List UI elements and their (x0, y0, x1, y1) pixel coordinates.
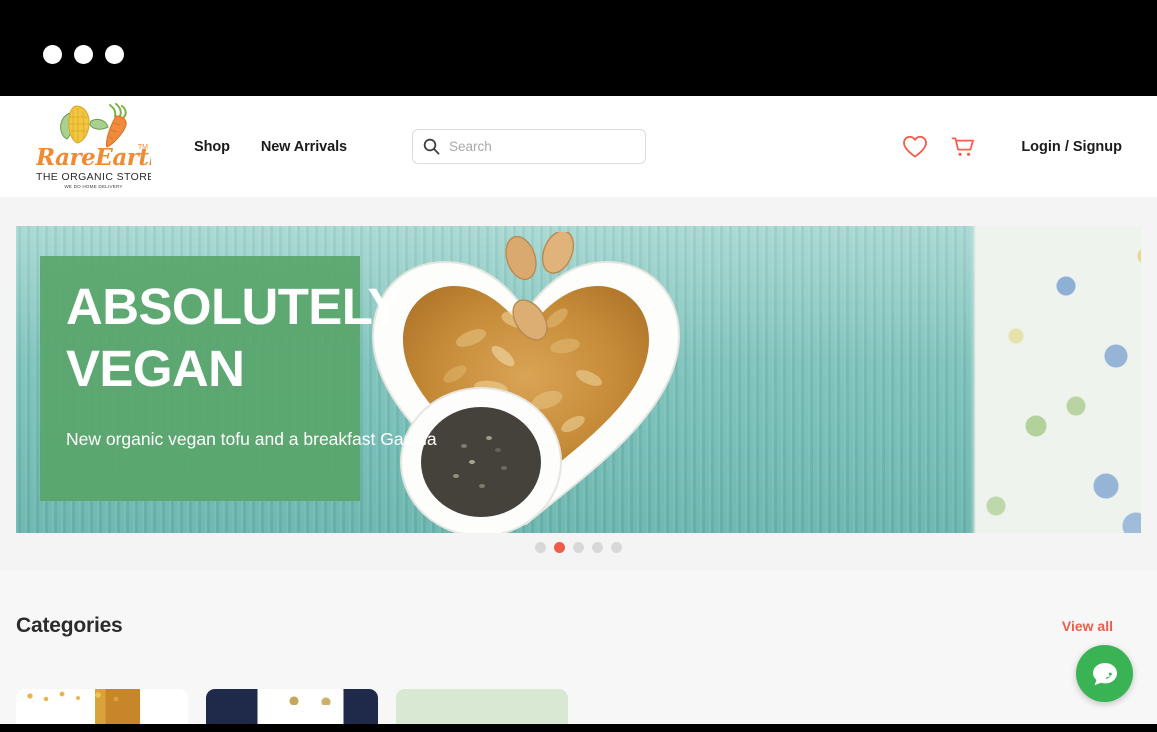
nav-item-shop[interactable]: Shop (194, 139, 230, 155)
login-signup-link[interactable]: Login / Signup (1021, 139, 1122, 155)
logo-trademark: TM (137, 144, 148, 151)
hero-copy: ABSOLUTELY VEGAN New organic vegan tofu … (66, 276, 466, 453)
categories-header: Categories View all (16, 571, 1141, 638)
site-header: RareEarth TM THE ORGANIC STORE WE DO HOM… (0, 96, 1157, 197)
main-navigation: Shop New Arrivals (194, 139, 347, 155)
almonds-image (505, 232, 575, 341)
window-bottom-edge (0, 724, 1157, 732)
hero-title: ABSOLUTELY VEGAN (66, 278, 402, 398)
category-card-1[interactable] (16, 689, 188, 724)
close-window-button[interactable] (43, 45, 62, 64)
categories-view-all-link[interactable]: View all (1062, 618, 1141, 634)
corn-carrot-icon (60, 103, 127, 148)
categories-section: Categories View all (0, 571, 1157, 724)
categories-title: Categories (16, 614, 123, 637)
header-actions: Login / Signup (902, 135, 1139, 159)
search-box[interactable] (411, 129, 646, 164)
shopping-cart-icon (951, 137, 975, 156)
window-titlebar (0, 0, 1157, 96)
logo-subtagline: WE DO HOME DELIVERY (64, 184, 123, 189)
search-icon (423, 138, 440, 155)
categories-grid (16, 689, 1141, 724)
carousel-indicators (0, 542, 1157, 553)
chat-bubble-icon (1092, 662, 1117, 685)
search-input[interactable] (448, 139, 635, 154)
window-controls (43, 45, 124, 64)
carousel-dot-2[interactable] (554, 542, 565, 553)
heart-icon (903, 135, 928, 157)
cart-button[interactable] (950, 135, 976, 159)
logo-tagline: THE ORGANIC STORE (36, 171, 151, 183)
carousel-dot-3[interactable] (573, 542, 584, 553)
maximize-window-button[interactable] (105, 45, 124, 64)
site-logo[interactable]: RareEarth TM THE ORGANIC STORE WE DO HOM… (36, 100, 151, 195)
carousel-dot-5[interactable] (611, 542, 622, 553)
category-card-3[interactable] (396, 689, 568, 724)
logo-wordmark: RareEarth (36, 144, 151, 171)
browser-window: RareEarth TM THE ORGANIC STORE WE DO HOM… (0, 0, 1157, 732)
category-card-2[interactable] (206, 689, 378, 724)
page-viewport: RareEarth TM THE ORGANIC STORE WE DO HOM… (0, 96, 1157, 724)
minimize-window-button[interactable] (74, 45, 93, 64)
chat-widget-button[interactable] (1076, 645, 1133, 702)
wishlist-button[interactable] (902, 135, 928, 159)
nav-item-new-arrivals[interactable]: New Arrivals (261, 139, 347, 155)
carousel-dot-4[interactable] (592, 542, 603, 553)
hero-subtitle: New organic vegan tofu and a breakfast G… (66, 429, 437, 450)
hero-slide[interactable]: ABSOLUTELY VEGAN New organic vegan tofu … (16, 226, 1141, 533)
hero-carousel: ABSOLUTELY VEGAN New organic vegan tofu … (0, 197, 1157, 571)
carousel-dot-1[interactable] (535, 542, 546, 553)
